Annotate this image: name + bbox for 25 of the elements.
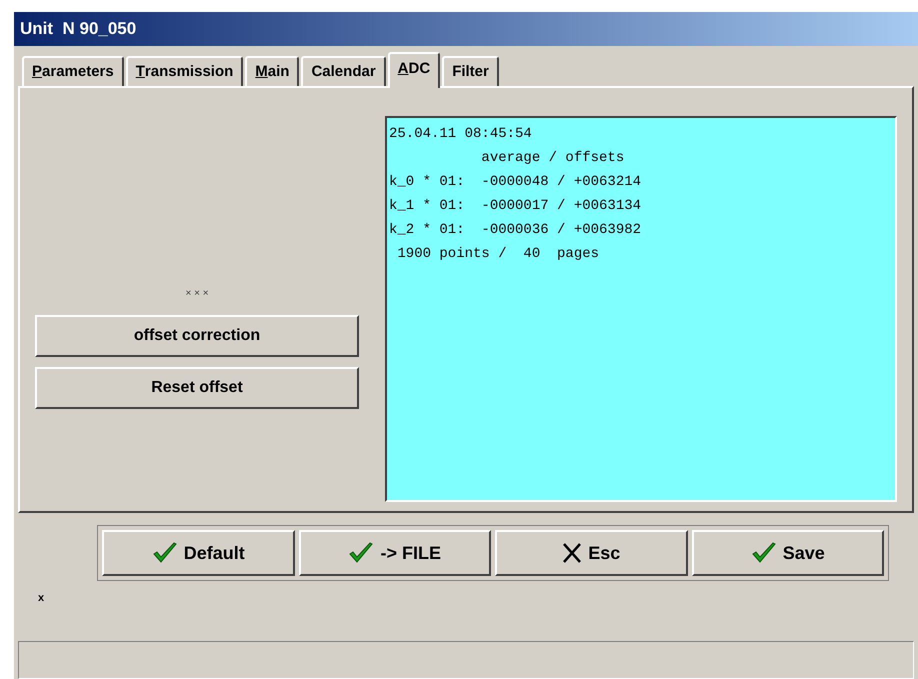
- output-line: k_0 * 01: -0000048 / +0063214: [389, 173, 642, 192]
- tab[interactable]: Calendar: [301, 56, 386, 86]
- toolbar-button[interactable]: Save: [692, 530, 884, 576]
- action-button[interactable]: Reset offset: [35, 367, 359, 409]
- output-line: k_1 * 01: -0000017 / +0063134: [389, 197, 642, 216]
- checkmark-icon: [750, 541, 777, 565]
- tab[interactable]: ADC: [388, 52, 440, 88]
- checkmark-icon: [152, 541, 178, 565]
- toolbar-button[interactable]: -> FILE: [298, 530, 491, 576]
- output-line: 1900 points / 40 pages: [396, 245, 600, 264]
- footer-mark: x: [38, 592, 44, 604]
- tab[interactable]: Filter: [442, 56, 499, 86]
- tab[interactable]: Parameters: [22, 56, 124, 86]
- status-marker: × × ×: [184, 287, 210, 301]
- output-line: average / offsets: [480, 149, 624, 168]
- toolbar-button[interactable]: Esc: [495, 530, 688, 576]
- tab[interactable]: Main: [245, 56, 300, 86]
- output-line: 25.04.11 08:45:54: [389, 125, 532, 144]
- tab[interactable]: Transmission: [126, 56, 244, 86]
- checkmark-icon: [348, 541, 374, 565]
- toolbar-button[interactable]: Default: [102, 530, 294, 576]
- window-title: Unit N 90_050: [14, 12, 918, 46]
- close-icon: [562, 542, 582, 564]
- output-line: k_2 * 01: -0000036 / +0063982: [389, 221, 642, 240]
- action-button[interactable]: offset correction: [35, 315, 359, 357]
